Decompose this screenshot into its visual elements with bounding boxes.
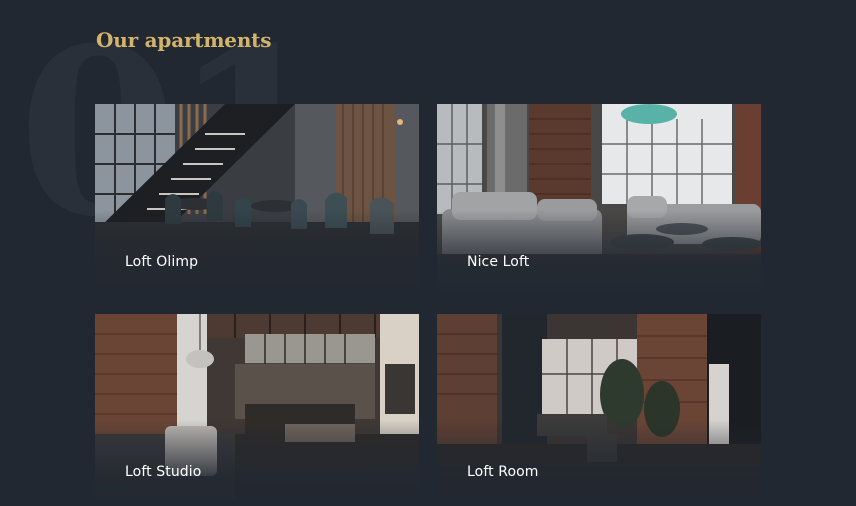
card-shade-overlay <box>95 420 419 500</box>
apartment-name-label: Nice Loft <box>467 254 530 270</box>
card-shade-overlay <box>437 420 761 500</box>
apartment-card-loft-room[interactable]: Loft Room <box>437 314 761 500</box>
section-title: Our apartments <box>96 28 272 52</box>
card-shade-overlay <box>95 210 419 290</box>
card-shade-overlay <box>437 210 761 290</box>
apartments-grid: Loft Olimp Nice Loft Loft Studio Loft Ro… <box>95 104 761 500</box>
apartment-name-label: Loft Room <box>467 464 539 480</box>
apartment-card-loft-olimp[interactable]: Loft Olimp <box>95 104 419 290</box>
apartment-name-label: Loft Olimp <box>125 254 199 270</box>
apartment-card-loft-studio[interactable]: Loft Studio <box>95 314 419 500</box>
apartment-card-nice-loft[interactable]: Nice Loft <box>437 104 761 290</box>
apartment-name-label: Loft Studio <box>125 464 202 480</box>
